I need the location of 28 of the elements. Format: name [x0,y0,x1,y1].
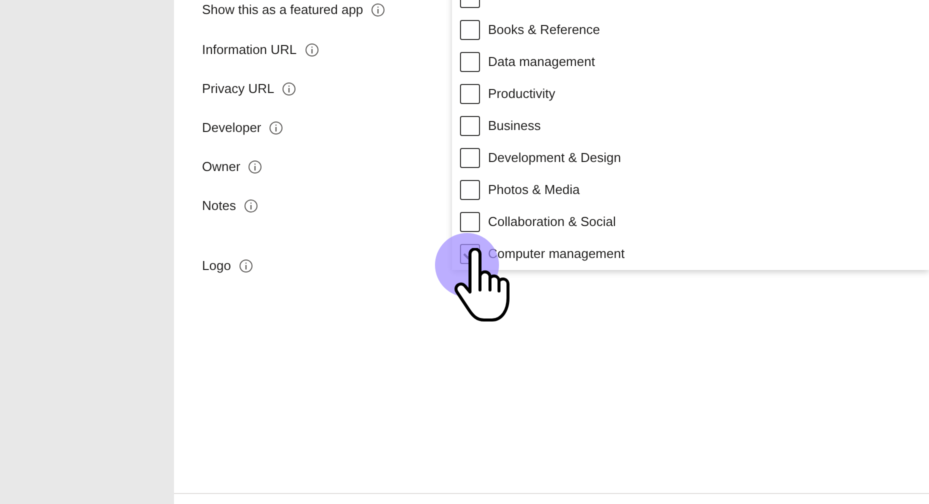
field-label: Show this as a featured app [202,1,364,20]
info-icon[interactable] [248,160,262,174]
checkbox[interactable] [460,116,480,136]
option-label[interactable]: Business [488,116,541,136]
field-label: Logo [202,257,231,276]
field-label: Privacy URL [202,80,274,98]
checkbox[interactable] [460,84,480,104]
option-label[interactable]: Data management [488,52,595,72]
option-label[interactable]: Development & Design [488,148,621,168]
checkbox[interactable] [460,20,480,40]
field-label: Notes [202,197,236,216]
info-icon[interactable] [304,43,319,57]
field-label: Information URL [202,41,297,60]
checkbox[interactable] [460,180,480,200]
info-icon[interactable] [371,3,386,17]
option-label[interactable]: Productivity [488,84,556,104]
checkbox[interactable] [460,148,480,168]
field-label: Owner [202,158,240,176]
option-label[interactable]: Books & Reference [488,20,600,40]
info-icon[interactable] [282,82,296,96]
info-icon[interactable] [269,121,284,135]
checkbox[interactable] [460,212,480,232]
field-label: Developer [202,119,262,138]
option-label[interactable]: Photos & Media [488,180,580,200]
option-label[interactable]: Collaboration & Social [488,212,616,232]
info-icon[interactable] [244,199,258,213]
info-icon[interactable] [238,259,253,273]
checkbox[interactable] [460,52,480,72]
